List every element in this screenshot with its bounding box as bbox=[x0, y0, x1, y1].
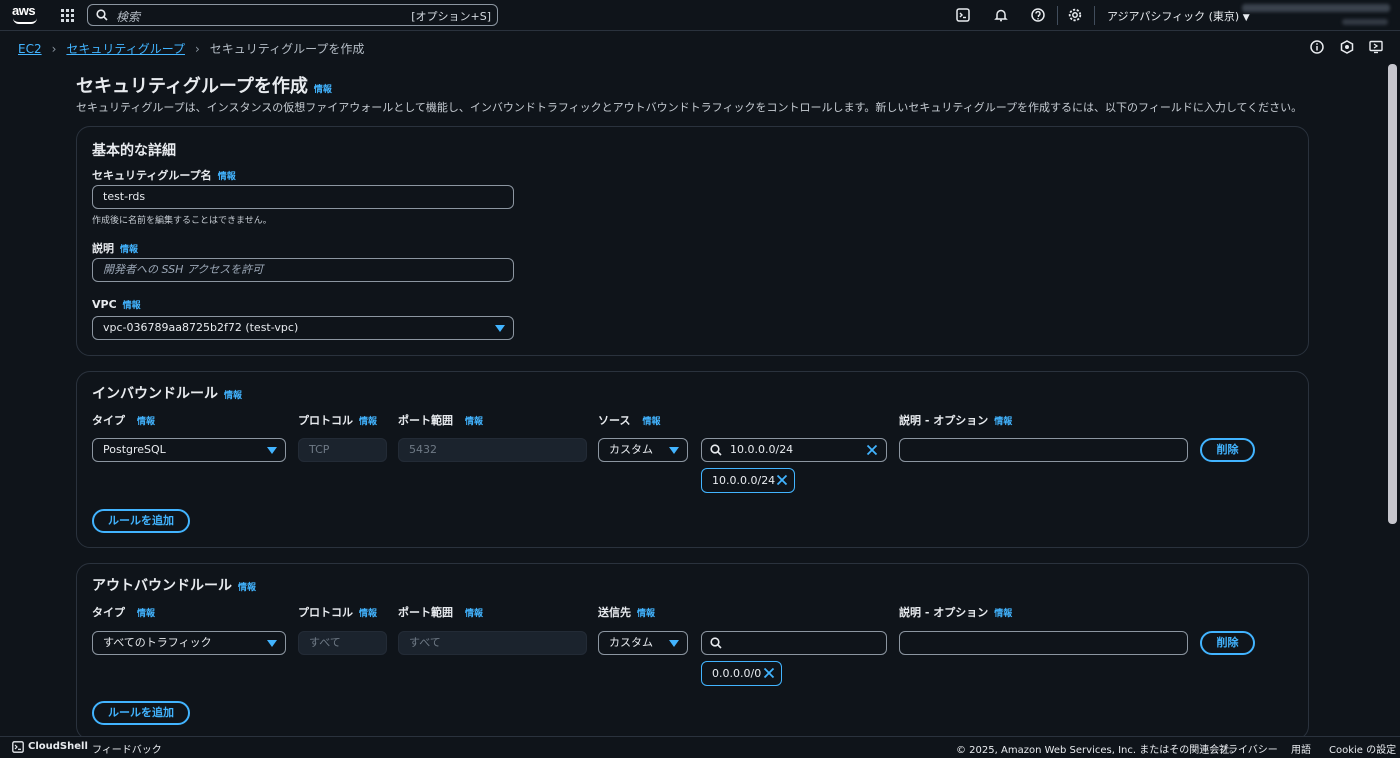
outbound-dest-token: 0.0.0.0/0 bbox=[701, 661, 782, 686]
inbound-port-field: 5432 bbox=[398, 438, 587, 462]
cloudshell-link[interactable]: CloudShell bbox=[28, 741, 88, 752]
inbound-type-header: タイプ 情報 bbox=[92, 414, 156, 427]
remove-token-icon[interactable] bbox=[763, 667, 775, 679]
page-title-text: セキュリティグループを作成 bbox=[76, 76, 308, 97]
outbound-info-link[interactable]: 情報 bbox=[238, 583, 256, 593]
cloudshell-icon[interactable] bbox=[956, 8, 970, 22]
cloudshell-icon[interactable] bbox=[12, 741, 24, 753]
footer: CloudShell フィードバック © 2025, Amazon Web Se… bbox=[0, 736, 1400, 758]
outbound-port-field: すべて bbox=[398, 631, 587, 655]
assistant-icon[interactable] bbox=[1340, 40, 1354, 54]
page-scrollbar-thumb[interactable] bbox=[1388, 64, 1397, 524]
aws-smile-icon bbox=[13, 18, 37, 24]
outbound-description-input[interactable] bbox=[899, 631, 1188, 655]
search-shortcut: [オプション+S] bbox=[411, 10, 491, 23]
sg-name-label: セキュリティグループ名 情報 bbox=[92, 169, 236, 182]
sg-name-input[interactable]: test-rds bbox=[92, 185, 514, 209]
vpc-label: VPC 情報 bbox=[92, 298, 141, 311]
top-navigation: aws 検索 [オプション+S] アジアパシフィック (東京) ▼ bbox=[0, 0, 1400, 31]
description-input[interactable]: 開発者への SSH アクセスを許可 bbox=[92, 258, 514, 282]
services-grid-icon[interactable] bbox=[61, 9, 74, 22]
outbound-dest-mode-select[interactable]: カスタム bbox=[598, 631, 688, 655]
outbound-protocol-field: すべて bbox=[298, 631, 387, 655]
terms-link[interactable]: 用語 bbox=[1291, 741, 1311, 756]
region-label: アジアパシフィック (東京) bbox=[1107, 10, 1240, 23]
outbound-delete-button[interactable]: 削除 bbox=[1200, 631, 1255, 655]
outbound-rules-title: アウトバウンドルール 情報 bbox=[92, 578, 257, 594]
inbound-desc-header: 説明 - オプション 情報 bbox=[899, 414, 1013, 427]
inbound-source-value: 10.0.0.0/24 bbox=[730, 443, 794, 456]
description-info-link[interactable]: 情報 bbox=[120, 245, 138, 255]
chevron-right-icon: › bbox=[51, 41, 57, 56]
vpc-info-link[interactable]: 情報 bbox=[123, 301, 141, 311]
breadcrumb-current: セキュリティグループを作成 bbox=[209, 42, 365, 56]
aws-logo[interactable]: aws bbox=[12, 4, 38, 26]
sg-name-info-link[interactable]: 情報 bbox=[218, 172, 236, 182]
outbound-type-select[interactable]: すべてのトラフィック bbox=[92, 631, 286, 655]
feedback-panel-icon[interactable] bbox=[1369, 40, 1383, 54]
region-selector[interactable]: アジアパシフィック (東京) ▼ bbox=[1107, 8, 1250, 24]
chevron-right-icon: › bbox=[194, 41, 200, 56]
inbound-source-header: ソース 情報 bbox=[598, 414, 661, 427]
clear-icon[interactable] bbox=[866, 444, 878, 456]
inbound-type-select[interactable]: PostgreSQL bbox=[92, 438, 286, 462]
outbound-desc-header: 説明 - オプション 情報 bbox=[899, 606, 1013, 619]
breadcrumb-security-groups[interactable]: セキュリティグループ bbox=[66, 40, 185, 57]
breadcrumb-ec2[interactable]: EC2 bbox=[18, 42, 42, 56]
description-label: 説明 情報 bbox=[92, 242, 139, 255]
inbound-source-mode-select[interactable]: カスタム bbox=[598, 438, 688, 462]
inbound-rules-title: インバウンドルール 情報 bbox=[92, 386, 243, 402]
inbound-source-token-label: 10.0.0.0/24 bbox=[712, 474, 776, 487]
outbound-protocol-header: プロトコル 情報 bbox=[298, 606, 378, 619]
outbound-dest-input[interactable] bbox=[701, 631, 887, 655]
search-icon bbox=[96, 9, 108, 21]
search-placeholder: 検索 bbox=[116, 10, 141, 24]
privacy-link[interactable]: プライバシー bbox=[1218, 741, 1278, 756]
page-title: セキュリティグループを作成 情報 bbox=[76, 72, 332, 98]
outbound-rules-panel: アウトバウンドルール 情報 タイプ 情報 プロトコル 情報 ポート範囲 情報 送信先 情報… bbox=[76, 563, 1309, 740]
inbound-info-link[interactable]: 情報 bbox=[224, 391, 242, 401]
feedback-link[interactable]: フィードバック bbox=[92, 741, 162, 756]
help-icon[interactable] bbox=[1031, 8, 1045, 22]
cookie-settings-link[interactable]: Cookie の設定 bbox=[1329, 741, 1396, 756]
breadcrumb: EC2 › セキュリティグループ › セキュリティグループを作成 bbox=[18, 40, 364, 57]
global-search-input[interactable]: 検索 [オプション+S] bbox=[87, 4, 498, 26]
vpc-select[interactable]: vpc-036789aa8725b2f72 (test-vpc) bbox=[92, 316, 514, 340]
outbound-dest-header: 送信先 情報 bbox=[598, 606, 656, 619]
info-panel-icon[interactable] bbox=[1310, 40, 1324, 54]
outbound-dest-token-label: 0.0.0.0/0 bbox=[712, 667, 762, 680]
search-icon bbox=[710, 444, 722, 456]
inbound-source-token: 10.0.0.0/24 bbox=[701, 468, 795, 493]
aws-logo-text: aws bbox=[12, 3, 36, 18]
inbound-delete-button[interactable]: 削除 bbox=[1200, 438, 1255, 462]
basic-details-panel: 基本的な詳細 セキュリティグループ名 情報 test-rds 作成後に名前を編集す… bbox=[76, 126, 1309, 356]
inbound-port-header: ポート範囲 情報 bbox=[398, 414, 484, 427]
outbound-type-header: タイプ 情報 bbox=[92, 606, 156, 619]
inbound-protocol-field: TCP bbox=[298, 438, 387, 462]
inbound-rules-panel: インバウンドルール 情報 タイプ 情報 プロトコル 情報 ポート範囲 情報 ソース 情報 … bbox=[76, 371, 1309, 548]
inbound-description-input[interactable] bbox=[899, 438, 1188, 462]
page-info-link[interactable]: 情報 bbox=[314, 85, 332, 95]
account-menu[interactable] bbox=[1242, 3, 1392, 27]
inbound-protocol-header: プロトコル 情報 bbox=[298, 414, 378, 427]
basic-details-title: 基本的な詳細 bbox=[92, 143, 176, 159]
page-description: セキュリティグループは、インスタンスの仮想ファイアウォールとして機能し、インバウ… bbox=[76, 101, 1303, 114]
outbound-port-header: ポート範囲 情報 bbox=[398, 606, 484, 619]
remove-token-icon[interactable] bbox=[776, 474, 788, 486]
inbound-source-input[interactable]: 10.0.0.0/24 bbox=[701, 438, 887, 462]
sg-name-hint: 作成後に名前を編集することはできません。 bbox=[92, 216, 272, 226]
bell-icon[interactable] bbox=[994, 8, 1008, 22]
outbound-add-rule-button[interactable]: ルールを追加 bbox=[92, 701, 190, 725]
inbound-add-rule-button[interactable]: ルールを追加 bbox=[92, 509, 190, 533]
copyright-text: © 2025, Amazon Web Services, Inc. またはその関… bbox=[956, 745, 1240, 756]
search-icon bbox=[710, 637, 722, 649]
gear-icon[interactable] bbox=[1068, 8, 1082, 22]
